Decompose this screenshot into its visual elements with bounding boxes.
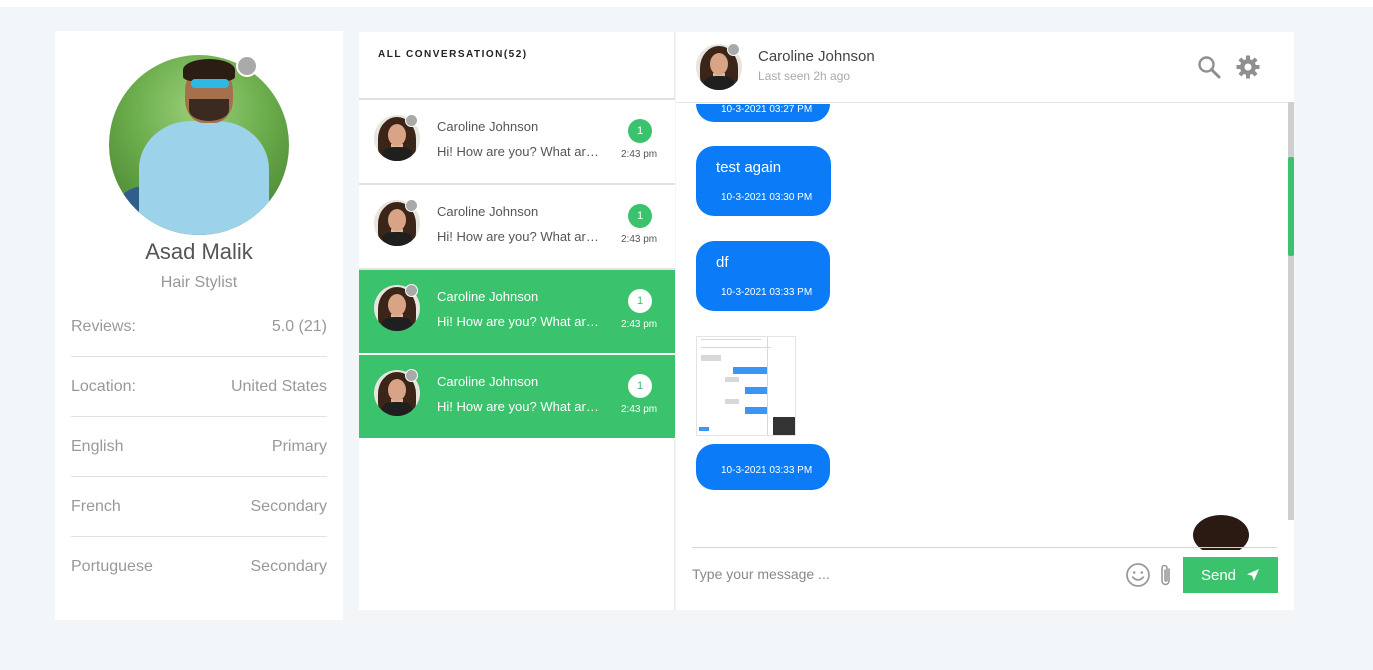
conversation-preview: Hi! How are you? What are you doing? xyxy=(437,229,605,244)
profile-row-label: Location: xyxy=(71,377,136,395)
conversation-preview: Hi! How are you? What are you doing? xyxy=(437,314,605,329)
chat-header: Caroline Johnson Last seen 2h ago xyxy=(676,32,1294,103)
message-bubble: 10-3-2021 03:33 PM xyxy=(696,444,830,490)
profile-row-label: French xyxy=(71,497,121,515)
conversation-item[interactable]: Caroline Johnson Hi! How are you? What a… xyxy=(359,185,675,270)
conversation-list-title: ALL CONVERSATION(52) xyxy=(378,49,528,60)
conversation-time: 2:43 pm xyxy=(621,234,658,245)
message-bubble: 10-3-2021 03:27 PM xyxy=(696,104,830,122)
profile-avatar xyxy=(109,55,289,235)
conversation-preview: Hi! How are you? What are you doing? xyxy=(437,399,605,414)
conversation-name: Caroline Johnson xyxy=(437,374,539,389)
gear-icon[interactable] xyxy=(1235,54,1261,80)
message-time: 10-3-2021 03:33 PM xyxy=(721,465,813,476)
unread-badge: 1 xyxy=(628,204,652,228)
conversation-list-panel: ALL CONVERSATION(52) Caroline Johnson Hi… xyxy=(359,32,675,610)
conversation-time: 2:43 pm xyxy=(621,319,658,330)
status-dot xyxy=(405,114,418,127)
message-text: df xyxy=(716,254,729,271)
conversation-list: Caroline Johnson Hi! How are you? What a… xyxy=(359,100,675,440)
unread-badge: 1 xyxy=(628,289,652,313)
profile-row-language: French Secondary xyxy=(71,477,327,537)
top-strip xyxy=(0,0,1373,7)
profile-row-value: United States xyxy=(230,377,327,395)
message-time: 10-3-2021 03:27 PM xyxy=(721,104,813,115)
conversation-preview: Hi! How are you? What are you doing? xyxy=(437,144,605,159)
message-input[interactable] xyxy=(692,556,1112,592)
search-icon[interactable] xyxy=(1196,54,1222,80)
divider xyxy=(692,547,1277,548)
profile-row-label: Portuguese xyxy=(71,558,153,575)
conversation-time: 2:43 pm xyxy=(621,404,658,415)
chat-contact-name: Caroline Johnson xyxy=(758,48,875,65)
conversation-name: Caroline Johnson xyxy=(437,289,539,304)
profile-role: Hair Stylist xyxy=(160,274,238,291)
scrollbar-thumb[interactable] xyxy=(1288,157,1294,256)
conversation-item-active[interactable]: Caroline Johnson Hi! How are you? What a… xyxy=(359,355,675,440)
profile-row-language: Portuguese Secondary xyxy=(71,537,327,597)
chat-last-seen: Last seen 2h ago xyxy=(758,69,851,83)
unread-badge: 1 xyxy=(628,119,652,143)
unread-badge: 1 xyxy=(628,374,652,398)
send-label: Send xyxy=(1200,566,1237,584)
profile-row-reviews: Reviews: 5.0 (21) xyxy=(71,297,327,357)
emoji-icon[interactable] xyxy=(1125,562,1151,588)
message-bubble: df 10-3-2021 03:33 PM xyxy=(696,241,830,311)
profile-row-label: English xyxy=(71,437,124,455)
profile-row-value: Secondary xyxy=(250,558,328,575)
profile-row-value: Secondary xyxy=(250,497,328,515)
image-attachment[interactable] xyxy=(696,336,796,436)
message-time: 10-3-2021 03:33 PM xyxy=(721,287,813,298)
profile-row-label: Reviews: xyxy=(71,317,136,335)
message-composer: Send xyxy=(692,554,1278,594)
paperclip-icon[interactable] xyxy=(1158,562,1174,588)
status-dot xyxy=(727,43,740,56)
status-dot xyxy=(405,369,418,382)
conversation-name: Caroline Johnson xyxy=(437,204,539,219)
profile-row-location: Location: United States xyxy=(71,357,327,417)
message-time: 10-3-2021 03:30 PM xyxy=(721,192,813,203)
message-text: test again xyxy=(716,159,782,176)
chat-panel: Caroline Johnson Last seen 2h ago 10-3-2… xyxy=(676,32,1294,610)
message-area: 10-3-2021 03:27 PM test again 10-3-2021 … xyxy=(676,104,1294,550)
profile-row-value: 5.0 (21) xyxy=(271,317,327,335)
send-icon xyxy=(1247,569,1260,581)
send-button[interactable]: Send xyxy=(1183,557,1278,593)
status-dot xyxy=(236,55,258,77)
profile-card: Asad Malik Hair Stylist Reviews: 5.0 (21… xyxy=(55,31,343,620)
conversation-item[interactable]: Caroline Johnson Hi! How are you? What a… xyxy=(359,100,675,185)
profile-row-value: Primary xyxy=(271,437,327,455)
avatar xyxy=(1193,515,1249,550)
status-dot xyxy=(405,199,418,212)
profile-details: Reviews: 5.0 (21) Location: United State… xyxy=(71,297,327,597)
message-bubble: test again 10-3-2021 03:30 PM xyxy=(696,146,831,216)
profile-name: Asad Malik xyxy=(145,239,253,264)
profile-row-language: English Primary xyxy=(71,417,327,477)
conversation-time: 2:43 pm xyxy=(621,149,658,160)
conversation-name: Caroline Johnson xyxy=(437,119,539,134)
status-dot xyxy=(405,284,418,297)
conversation-item-active[interactable]: Caroline Johnson Hi! How are you? What a… xyxy=(359,270,675,355)
